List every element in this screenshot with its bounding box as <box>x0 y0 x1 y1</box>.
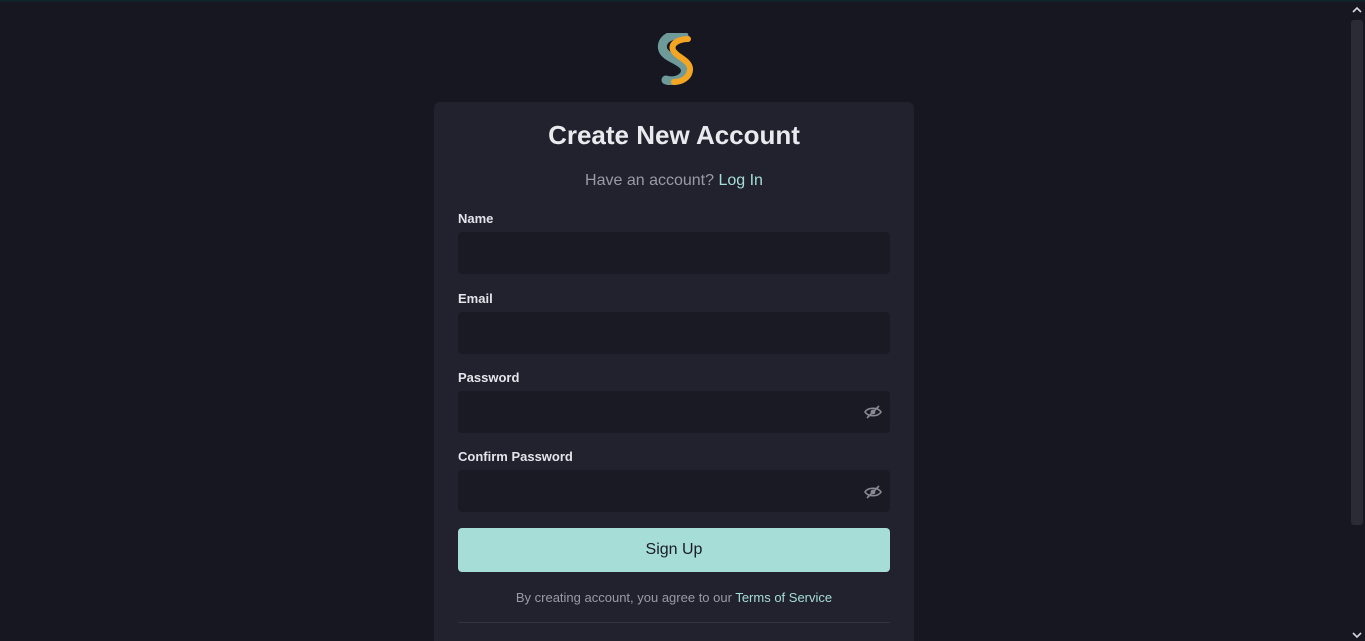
password-label: Password <box>458 370 520 385</box>
signup-card: Create New Account Have an account? Log … <box>434 102 914 641</box>
password-eye-off-icon[interactable] <box>864 405 882 419</box>
confirm-password-eye-off-icon[interactable] <box>864 485 882 499</box>
confirm-password-input[interactable] <box>458 470 890 512</box>
name-label: Name <box>458 211 494 226</box>
password-input[interactable] <box>458 391 890 433</box>
email-label: Email <box>458 291 493 306</box>
s-logo-icon <box>657 33 694 85</box>
terms-text: By creating account, you agree to our <box>515 590 732 605</box>
login-prompt-text: Have an account? <box>585 172 715 189</box>
login-link[interactable]: Log In <box>718 172 762 189</box>
scroll-down-icon[interactable] <box>1352 630 1362 640</box>
terms-of-service-link[interactable]: Terms of Service <box>735 590 832 605</box>
scroll-up-icon[interactable] <box>1352 5 1362 15</box>
divider <box>458 622 890 623</box>
email-input[interactable] <box>458 312 890 354</box>
page-title: Create New Account <box>548 120 800 150</box>
signup-page: Create New Account Have an account? Log … <box>0 0 1365 641</box>
terms-notice: By creating account, you agree to our Te… <box>434 590 914 605</box>
confirm-password-label: Confirm Password <box>458 449 573 464</box>
name-input[interactable] <box>458 232 890 274</box>
login-prompt: Have an account? Log In <box>434 172 914 190</box>
signup-button[interactable]: Sign Up <box>458 528 890 572</box>
vertical-scrollbar[interactable] <box>1349 2 1365 641</box>
scrollbar-thumb[interactable] <box>1351 20 1363 525</box>
